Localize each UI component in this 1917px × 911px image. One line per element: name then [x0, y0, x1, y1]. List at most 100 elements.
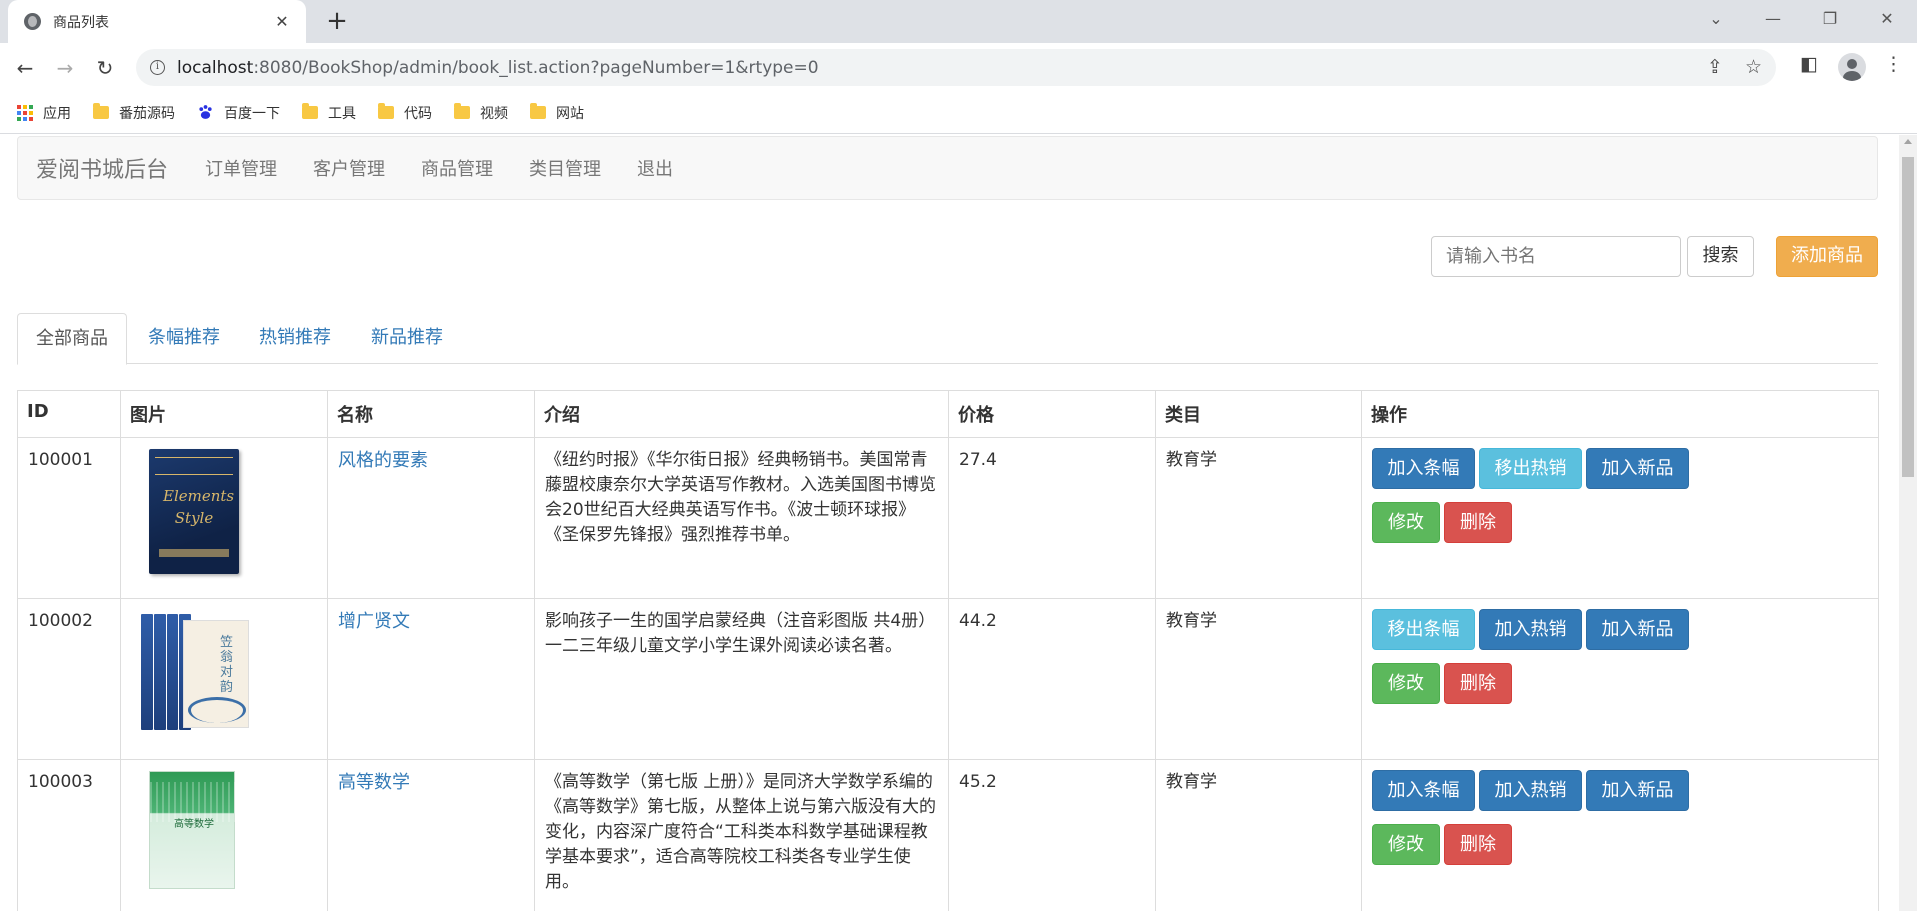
back-icon[interactable]: ← — [10, 53, 40, 83]
reload-icon[interactable]: ↻ — [90, 53, 120, 83]
close-window-button[interactable]: ✕ — [1859, 0, 1915, 38]
new-tab-button[interactable]: + — [322, 6, 352, 36]
menu-icon[interactable]: ⋮ — [1884, 53, 1903, 75]
header-name: 名称 — [327, 390, 535, 438]
bookmark-label: 应用 — [43, 105, 71, 122]
brand-title[interactable]: 爱阅书城后台 — [18, 152, 187, 184]
cell-id: 100002 — [17, 598, 121, 760]
cover-title-art: 高等数学 — [174, 819, 214, 830]
bookmark-label: 番茄源码 — [119, 105, 175, 122]
folder-icon — [93, 103, 109, 119]
add-product-button[interactable]: 添加商品 — [1776, 236, 1878, 277]
cell-description: 影响孩子一生的国学启蒙经典（注音彩图版 共4册）一二三年级儿童文学小学生课外阅读… — [534, 598, 949, 760]
book-name-link[interactable]: 高等数学 — [338, 772, 410, 793]
bookmark-fanqie[interactable]: 番茄源码 — [93, 103, 175, 123]
header-description: 介绍 — [534, 390, 949, 438]
bookmark-code[interactable]: 代码 — [378, 103, 432, 123]
book-cover-image[interactable]: Elements Style — [149, 449, 239, 574]
book-cover-image[interactable]: 笠翁对韵 — [141, 610, 253, 735]
nav-products[interactable]: 商品管理 — [403, 155, 511, 181]
product-tabs: 全部商品 条幅推荐 热销推荐 新品推荐 — [17, 313, 1878, 365]
share-icon[interactable]: ⇪ — [1707, 56, 1723, 78]
add-hot-button[interactable]: 加入热销 — [1479, 770, 1582, 811]
table-header-row: ID 图片 名称 介绍 价格 类目 操作 — [17, 390, 1879, 438]
cover-title-art: Elements Style — [163, 487, 235, 527]
edit-button[interactable]: 修改 — [1372, 824, 1440, 865]
cover-decoration — [159, 549, 229, 557]
book-name-link[interactable]: 增广贤文 — [338, 611, 410, 632]
page-scrollbar[interactable] — [1899, 135, 1917, 911]
bookmark-baidu[interactable]: 百度一下 — [197, 103, 280, 123]
header-price: 价格 — [948, 390, 1156, 438]
tab-title: 商品列表 — [53, 14, 109, 31]
delete-button[interactable]: 删除 — [1444, 502, 1512, 543]
cell-actions: 移出条幅 加入热销 加入新品 修改 删除 — [1361, 598, 1879, 760]
tab-banner-recommend[interactable]: 条幅推荐 — [130, 313, 238, 364]
cell-id: 100003 — [17, 759, 121, 911]
nav-customers[interactable]: 客户管理 — [295, 155, 403, 181]
baidu-paw-icon — [199, 105, 212, 119]
globe-icon — [24, 13, 41, 30]
tab-search-icon[interactable]: ⌄ — [1688, 0, 1744, 38]
add-hot-button[interactable]: 加入热销 — [1479, 609, 1582, 650]
tab-hot-recommend[interactable]: 热销推荐 — [241, 313, 349, 364]
bookmark-apps[interactable]: 应用 — [17, 103, 71, 123]
cell-price: 45.2 — [948, 759, 1156, 911]
admin-navbar: 爱阅书城后台 订单管理 客户管理 商品管理 类目管理 退出 — [17, 136, 1878, 200]
tab-all-products[interactable]: 全部商品 — [17, 313, 127, 365]
header-id: ID — [17, 390, 121, 438]
close-tab-icon[interactable]: ✕ — [272, 12, 292, 31]
delete-button[interactable]: 删除 — [1444, 824, 1512, 865]
table-row: 100001 Elements Style 风格的要素 《纽约时报》《华尔街日报… — [17, 437, 1879, 599]
bookmark-video[interactable]: 视频 — [454, 103, 508, 123]
add-new-button[interactable]: 加入新品 — [1586, 609, 1689, 650]
edit-button[interactable]: 修改 — [1372, 502, 1440, 543]
cell-category: 教育学 — [1155, 759, 1362, 911]
scroll-thumb[interactable] — [1902, 157, 1914, 477]
url-path: :8080/BookShop/admin/book_list.action?pa… — [253, 57, 819, 78]
browser-toolbar: ← → ↻ i localhost:8080/BookShop/admin/bo… — [0, 43, 1917, 92]
browser-tab[interactable]: 商品列表 ✕ — [8, 0, 306, 43]
apps-grid-icon — [17, 104, 33, 121]
address-bar[interactable]: i localhost:8080/BookShop/admin/book_lis… — [136, 49, 1776, 86]
nav-logout[interactable]: 退出 — [619, 155, 691, 181]
header-image: 图片 — [120, 390, 328, 438]
nav-orders[interactable]: 订单管理 — [187, 155, 295, 181]
restore-button[interactable]: ❐ — [1802, 0, 1858, 38]
add-new-button[interactable]: 加入新品 — [1586, 448, 1689, 489]
edit-button[interactable]: 修改 — [1372, 663, 1440, 704]
book-search-input[interactable] — [1431, 236, 1681, 277]
add-new-button[interactable]: 加入新品 — [1586, 770, 1689, 811]
delete-button[interactable]: 删除 — [1444, 663, 1512, 704]
cell-description: 《高等数学（第七版 上册）》是同济大学数学系编的《高等数学》第七版，从整体上说与… — [534, 759, 949, 911]
header-actions: 操作 — [1361, 390, 1879, 438]
bookmark-sites[interactable]: 网站 — [530, 103, 584, 123]
cell-actions: 加入条幅 移出热销 加入新品 修改 删除 — [1361, 437, 1879, 599]
bookmark-label: 代码 — [404, 105, 432, 122]
info-icon[interactable]: i — [150, 60, 165, 75]
cell-image: 高等数学 — [120, 759, 328, 911]
cell-description: 《纽约时报》《华尔街日报》经典畅销书。美国常青藤盟校康奈尔大学英语写作教材。入选… — [534, 437, 949, 599]
cloud-decoration — [188, 697, 246, 723]
scroll-up-arrow-icon[interactable] — [1904, 139, 1912, 144]
cell-id: 100001 — [17, 437, 121, 599]
table-row: 100003 高等数学 高等数学 《高等数学（第七版 上册）》是同济大学数学系编… — [17, 759, 1879, 911]
side-panel-icon[interactable]: ◧ — [1800, 53, 1818, 75]
forward-icon[interactable]: → — [50, 53, 80, 83]
profile-avatar-icon[interactable] — [1838, 53, 1866, 81]
nav-categories[interactable]: 类目管理 — [511, 155, 619, 181]
cover-front: 笠翁对韵 — [183, 620, 249, 728]
bookmark-tools[interactable]: 工具 — [302, 103, 356, 123]
cell-price: 44.2 — [948, 598, 1156, 760]
book-cover-image[interactable]: 高等数学 — [149, 771, 238, 889]
book-name-link[interactable]: 风格的要素 — [338, 450, 428, 471]
cell-name: 风格的要素 — [327, 437, 535, 599]
remove-hot-button[interactable]: 移出热销 — [1479, 448, 1582, 489]
star-icon[interactable]: ☆ — [1745, 56, 1762, 78]
tab-new-recommend[interactable]: 新品推荐 — [353, 313, 461, 364]
minimize-button[interactable]: — — [1745, 0, 1801, 38]
add-banner-button[interactable]: 加入条幅 — [1372, 770, 1475, 811]
search-button[interactable]: 搜索 — [1687, 236, 1754, 277]
remove-banner-button[interactable]: 移出条幅 — [1372, 609, 1475, 650]
add-banner-button[interactable]: 加入条幅 — [1372, 448, 1475, 489]
